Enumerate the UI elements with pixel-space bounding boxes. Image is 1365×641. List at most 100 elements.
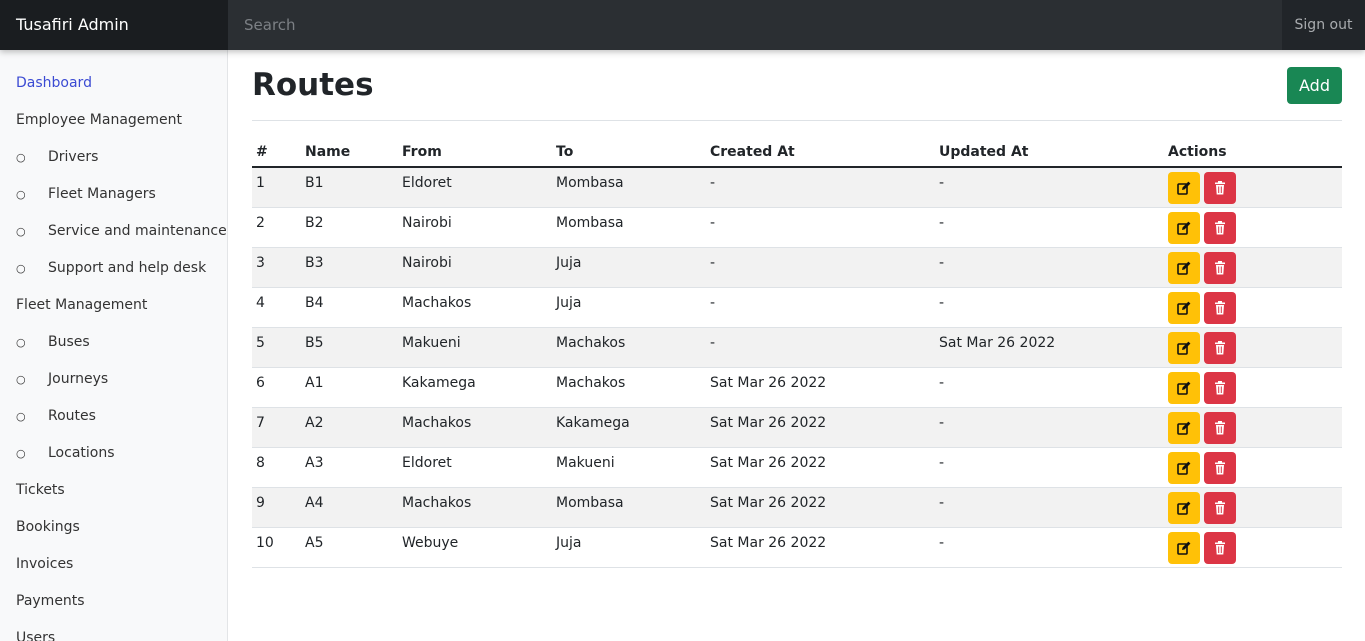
- sidebar-item-fleet-managers[interactable]: ○ Fleet Managers: [0, 176, 227, 213]
- bullet-icon: ○: [16, 447, 26, 460]
- edit-button[interactable]: [1168, 331, 1200, 364]
- sidebar-item-tickets[interactable]: Tickets: [0, 472, 227, 509]
- column-header: To: [552, 138, 706, 168]
- table-cell: A2: [301, 407, 398, 448]
- delete-button[interactable]: [1204, 172, 1236, 204]
- edit-button[interactable]: [1168, 211, 1200, 244]
- table-cell: 6: [252, 367, 301, 408]
- table-cell: 4: [252, 287, 301, 328]
- table-row: 6 A1 Kakamega Machakos Sat Mar 26 2022-: [252, 367, 1342, 408]
- trash-icon: [1215, 220, 1225, 234]
- delete-button[interactable]: [1204, 251, 1236, 284]
- table-cell: Mombasa: [552, 207, 706, 248]
- sidebar-item-routes[interactable]: ○ Routes: [0, 398, 227, 435]
- sidebar-item-label: Fleet Management: [16, 297, 148, 313]
- sidebar-item-label: Payments: [16, 593, 85, 609]
- edit-icon: [1177, 261, 1191, 275]
- brand-title[interactable]: Tusafiri Admin: [0, 0, 228, 50]
- sidebar-item-drivers[interactable]: ○ Drivers: [0, 139, 227, 176]
- table-cell: Sat Mar 26 2022: [706, 407, 935, 448]
- table-cell: Makueni: [398, 327, 552, 368]
- edit-icon: [1177, 181, 1191, 195]
- delete-button[interactable]: [1204, 531, 1236, 564]
- table-row: 7 A2 Machakos Kakamega Sat Mar 26 2022-: [252, 407, 1342, 448]
- sidebar-item-journeys[interactable]: ○ Journeys: [0, 361, 227, 398]
- column-header: Actions: [1164, 138, 1342, 168]
- table-cell: Sat Mar 26 2022: [706, 447, 935, 488]
- sidebar: Dashboard Employee Management ○ Drivers ○ Fle…: [0, 50, 228, 641]
- table-cell: A4: [301, 487, 398, 528]
- delete-button[interactable]: [1204, 491, 1236, 524]
- table-cell: 10: [252, 527, 301, 568]
- edit-icon: [1177, 301, 1191, 315]
- sidebar-item-fleet-management[interactable]: Fleet Management: [0, 287, 227, 324]
- sidebar-item-support-and-help-desk[interactable]: ○ Support and help desk: [0, 250, 227, 287]
- table-cell: B1: [301, 167, 398, 208]
- sidebar-item-label: Dashboard: [16, 75, 92, 91]
- edit-button[interactable]: [1168, 451, 1200, 484]
- sidebar-item-label: Journeys: [48, 371, 109, 387]
- column-header: From: [398, 138, 552, 168]
- edit-button[interactable]: [1168, 291, 1200, 324]
- delete-button[interactable]: [1204, 451, 1236, 484]
- edit-button[interactable]: [1168, 172, 1200, 204]
- table-cell: Kakamega: [552, 407, 706, 448]
- table-row: 2 B2 Nairobi Mombasa - -: [252, 207, 1342, 248]
- table-row: 5 B5 Makueni Machakos - Sat Mar 26 2022: [252, 327, 1342, 368]
- sidebar-item-locations[interactable]: ○ Locations: [0, 435, 227, 472]
- delete-button[interactable]: [1204, 291, 1236, 324]
- sign-out-link[interactable]: Sign out: [1282, 0, 1365, 50]
- actions-cell: [1164, 287, 1342, 328]
- table-cell: Makueni: [552, 447, 706, 488]
- table-cell: Sat Mar 26 2022: [706, 367, 935, 408]
- delete-button[interactable]: [1204, 211, 1236, 244]
- delete-button[interactable]: [1204, 411, 1236, 444]
- table-row: 9 A4 Machakos Mombasa Sat Mar 26 2022-: [252, 487, 1342, 528]
- edit-icon: [1177, 421, 1191, 435]
- sidebar-item-buses[interactable]: ○ Buses: [0, 324, 227, 361]
- sidebar-item-label: Bookings: [16, 519, 80, 535]
- table-cell: Sat Mar 26 2022: [706, 527, 935, 568]
- edit-button[interactable]: [1168, 491, 1200, 524]
- table-cell: -: [706, 327, 935, 368]
- table-header-row: # Name From To Created At Updated At Actions: [252, 138, 1342, 168]
- edit-button[interactable]: [1168, 371, 1200, 404]
- sidebar-item-label: Support and help desk: [48, 260, 207, 276]
- table-cell: -: [935, 367, 1164, 408]
- table-cell: -: [706, 247, 935, 288]
- sidebar-item-label: Users: [16, 630, 56, 641]
- sidebar-item-users[interactable]: Users: [0, 620, 227, 641]
- actions-cell: [1164, 527, 1342, 568]
- sidebar-item-payments[interactable]: Payments: [0, 583, 227, 620]
- sidebar-item-invoices[interactable]: Invoices: [0, 546, 227, 583]
- edit-button[interactable]: [1168, 411, 1200, 444]
- sidebar-item-label: Locations: [48, 445, 115, 461]
- bullet-icon: ○: [16, 188, 26, 201]
- column-header: Name: [301, 138, 398, 168]
- search-input[interactable]: [228, 0, 1282, 50]
- sidebar-item-label: Fleet Managers: [48, 186, 156, 202]
- trash-icon: [1215, 260, 1225, 274]
- table-cell: Eldoret: [398, 447, 552, 488]
- bullet-icon: ○: [16, 336, 26, 349]
- table-cell: Mombasa: [552, 167, 706, 208]
- trash-icon: [1215, 380, 1225, 394]
- sidebar-item-dashboard[interactable]: Dashboard: [0, 65, 227, 102]
- sidebar-item-bookings[interactable]: Bookings: [0, 509, 227, 546]
- add-route-button[interactable]: Add: [1287, 67, 1342, 104]
- header-divider: [252, 120, 1342, 121]
- sidebar-item-employee-management[interactable]: Employee Management: [0, 102, 227, 139]
- sidebar-item-service-and-maintenance[interactable]: ○ Service and maintenance: [0, 213, 227, 250]
- table-cell: Juja: [552, 287, 706, 328]
- actions-cell: [1164, 487, 1342, 528]
- delete-button[interactable]: [1204, 371, 1236, 404]
- bullet-icon: ○: [16, 373, 26, 386]
- edit-button[interactable]: [1168, 531, 1200, 564]
- table-body: 1 B1 Eldoret Mombasa - -2 B2 Nairobi Mombasa - -3 B…: [252, 167, 1342, 568]
- table-row: 8 A3 Eldoret Makueni Sat Mar 26 2022-: [252, 447, 1342, 488]
- delete-button[interactable]: [1204, 331, 1236, 364]
- top-navbar: Tusafiri Admin Sign out: [0, 0, 1365, 50]
- edit-button[interactable]: [1168, 251, 1200, 284]
- table-cell: -: [935, 167, 1164, 208]
- edit-icon: [1177, 541, 1191, 555]
